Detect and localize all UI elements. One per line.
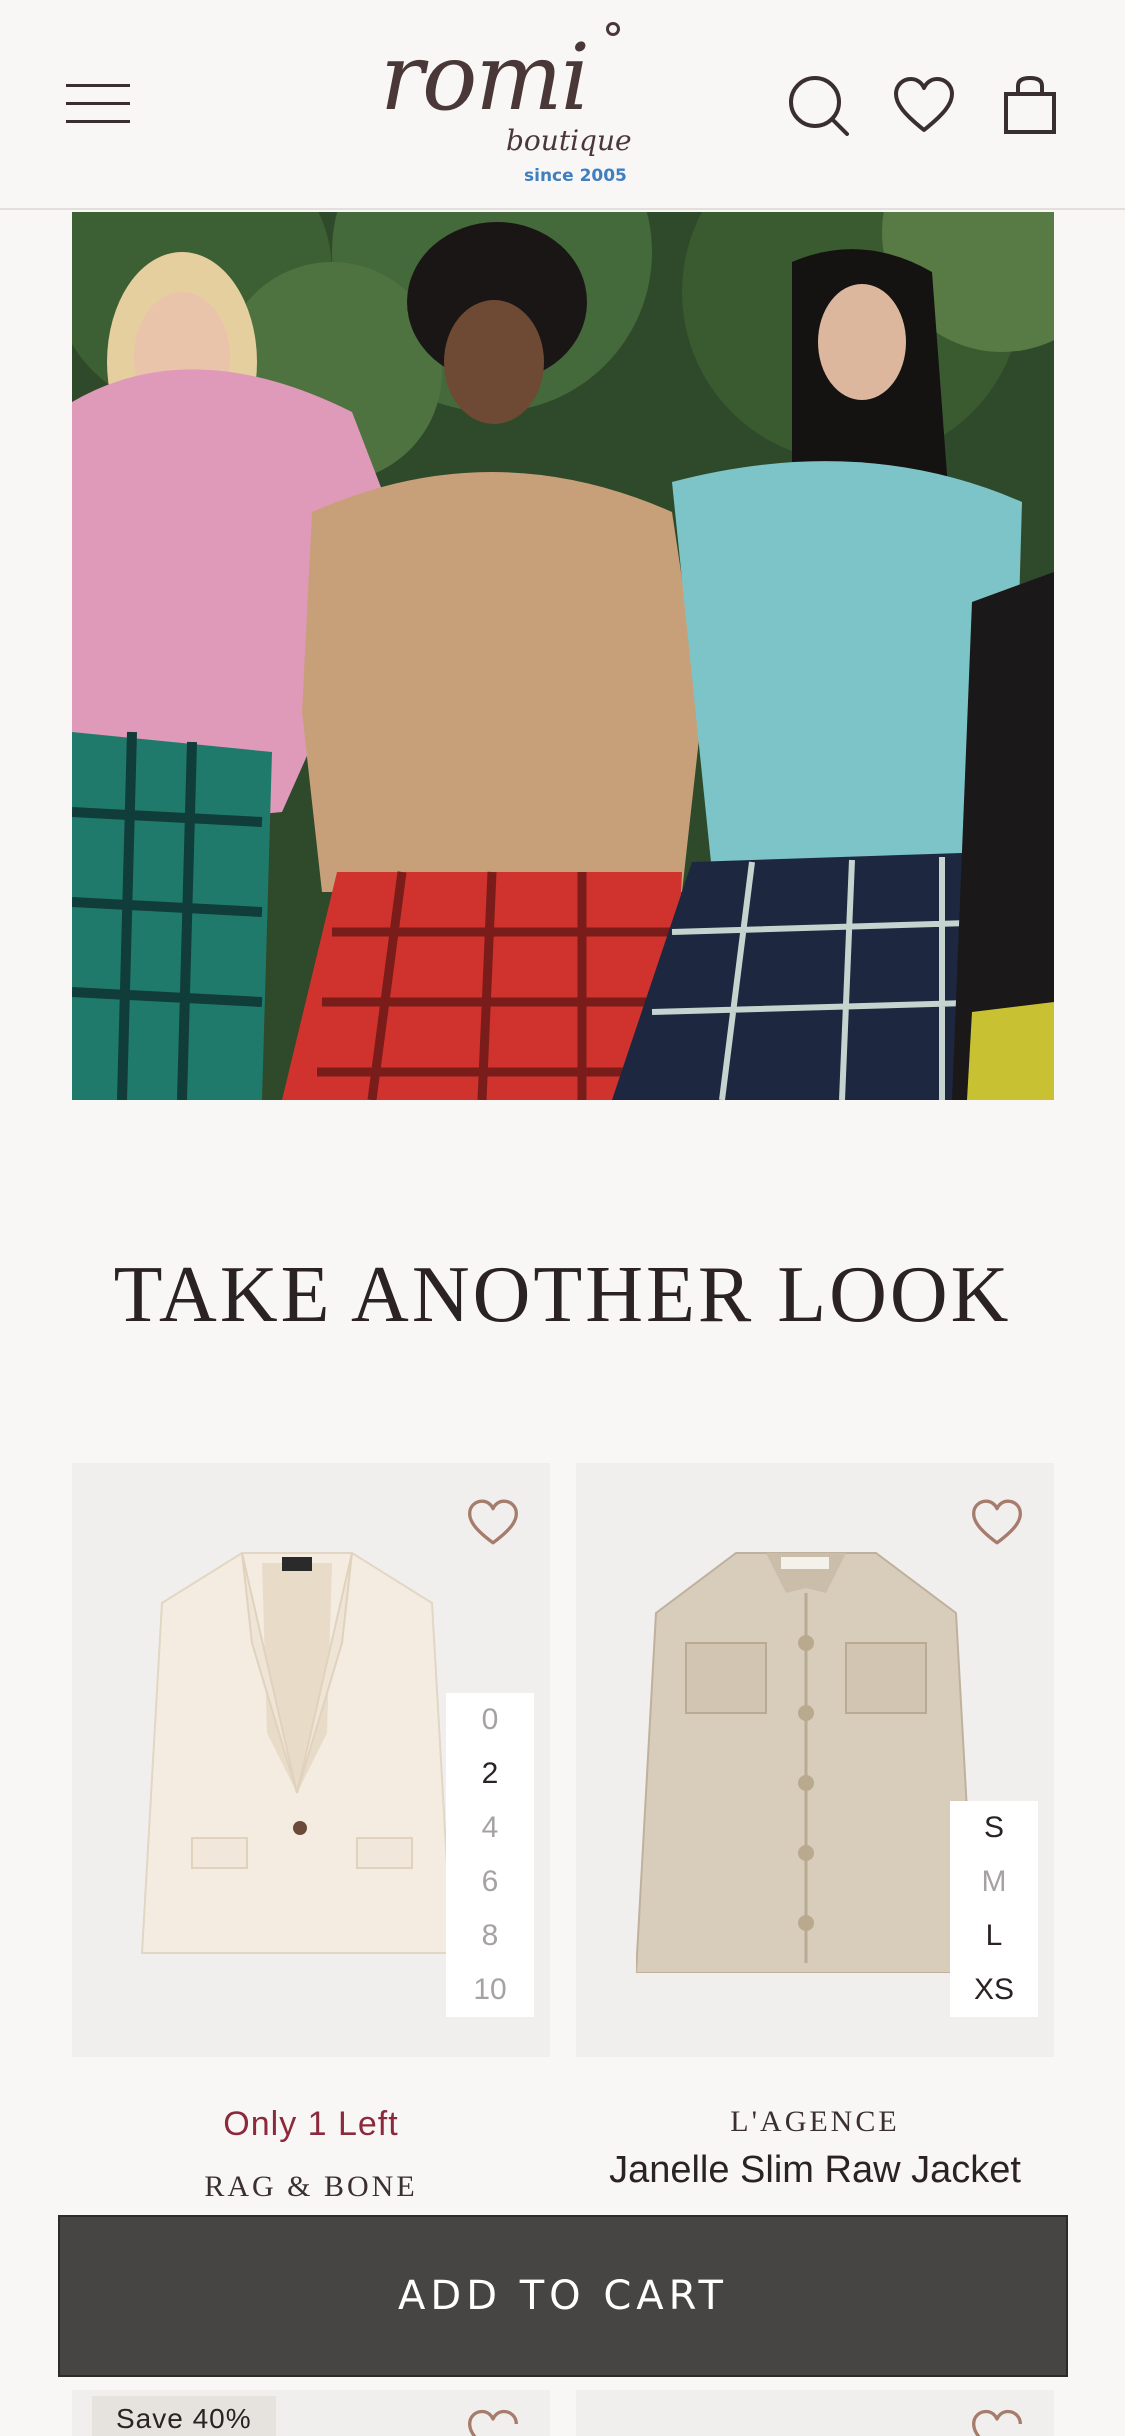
brand-logo[interactable]: romi boutique since 2005 [370, 14, 632, 194]
size-option[interactable]: XS [950, 1963, 1038, 2017]
sale-badge: Save 40% [92, 2396, 276, 2436]
favorite-heart-icon[interactable] [466, 1497, 520, 1547]
product-info: L'AGENCE Janelle Slim Raw Jacket [576, 2105, 1054, 2192]
favorite-heart-icon[interactable] [466, 2404, 520, 2436]
site-header: romi boutique since 2005 [0, 0, 1125, 210]
size-option[interactable]: 4 [446, 1801, 534, 1855]
favorite-heart-icon[interactable] [970, 2404, 1024, 2436]
product-brand[interactable]: L'AGENCE [576, 2105, 1054, 2139]
search-icon[interactable] [787, 74, 851, 138]
size-option[interactable]: 6 [446, 1855, 534, 1909]
stock-note: Only 1 Left [223, 2105, 399, 2143]
shopping-bag-icon[interactable] [998, 74, 1062, 138]
size-option[interactable]: 10 [446, 1963, 534, 2017]
size-option[interactable]: 2 [446, 1747, 534, 1801]
product-name[interactable]: Janelle Slim Raw Jacket [576, 2149, 1054, 2192]
logo-since: since 2005 [524, 166, 627, 186]
size-option[interactable]: L [950, 1909, 1038, 1963]
logo-word: romi [380, 24, 590, 131]
size-selector: S M L XS [950, 1801, 1038, 2017]
size-selector: 0 2 4 6 8 10 [446, 1693, 534, 2017]
hero-image [72, 212, 1054, 1100]
logo-dot [606, 22, 620, 36]
size-option[interactable]: 0 [446, 1693, 534, 1747]
product-card[interactable]: S M L XS [576, 1463, 1054, 2057]
product-card[interactable] [576, 2390, 1054, 2436]
product-brand[interactable]: RAG & BONE [72, 2170, 550, 2204]
menu-button[interactable] [66, 82, 130, 126]
product-card[interactable]: Save 40% [72, 2390, 550, 2436]
size-option[interactable]: 8 [446, 1909, 534, 1963]
menu-line [66, 102, 130, 105]
menu-line [66, 84, 130, 87]
logo-subtitle: boutique [506, 124, 632, 157]
size-option[interactable]: S [950, 1801, 1038, 1855]
section-title: TAKE ANOTHER LOOK [113, 1251, 1012, 1339]
add-to-cart-button[interactable]: ADD TO CART [58, 2215, 1068, 2377]
product-info: Only 1 Left RAG & BONE [72, 2105, 550, 2204]
product-image-blazer [140, 1552, 454, 1954]
product-card[interactable]: 0 2 4 6 8 10 [72, 1463, 550, 2057]
product-image-jacket [636, 1552, 976, 1973]
favorite-heart-icon[interactable] [970, 1497, 1024, 1547]
menu-line [66, 120, 130, 123]
wishlist-heart-icon[interactable] [892, 74, 956, 138]
size-option[interactable]: M [950, 1855, 1038, 1909]
